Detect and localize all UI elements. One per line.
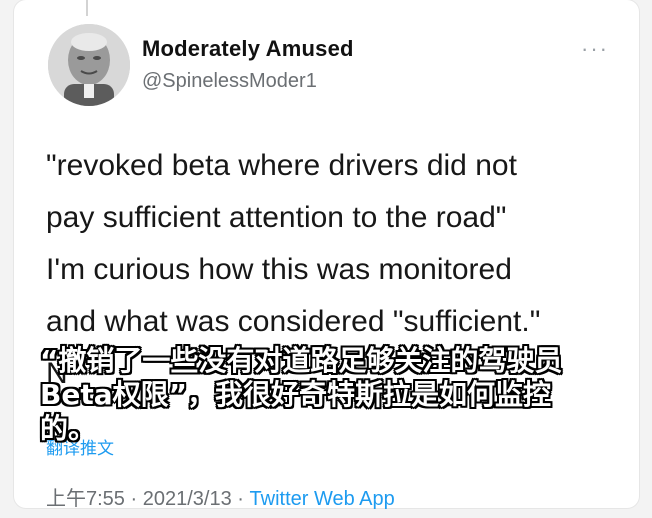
more-options-icon[interactable]: ··· [581,38,609,60]
tweet-text-line: I'm curious how this was monitored [46,253,512,286]
meta-separator: · [237,488,244,510]
meta-separator: · [130,488,138,510]
tweet-date[interactable]: 2021/3/13 [143,488,232,510]
avatar-portrait-icon [48,24,130,106]
tweet-text-line: and what was considered "sufficient." [46,305,541,338]
tweet-metadata: 上午7:55 · 2021/3/13 · Twitter Web App [46,482,395,511]
thread-connector-line [86,0,88,16]
subtitle-caption: “撤销了一些没有对道路足够关注的驾驶员Beta权限”，我很好奇特斯拉是如何监控的… [40,344,563,445]
display-name[interactable]: Moderately Amused [142,36,354,62]
tweet-text-line: pay sufficient attention to the road" [46,201,507,234]
tweet-text-line: "revoked beta where drivers did not [46,149,517,182]
user-handle[interactable]: @SpinelessModer1 [142,70,317,93]
tweet-time[interactable]: 上午7:55 [46,488,125,510]
tweet-source-link[interactable]: Twitter Web App [250,488,395,510]
avatar[interactable] [48,24,130,106]
screenshot-frame: Moderately Amused @SpinelessModer1 ··· "… [0,0,652,518]
